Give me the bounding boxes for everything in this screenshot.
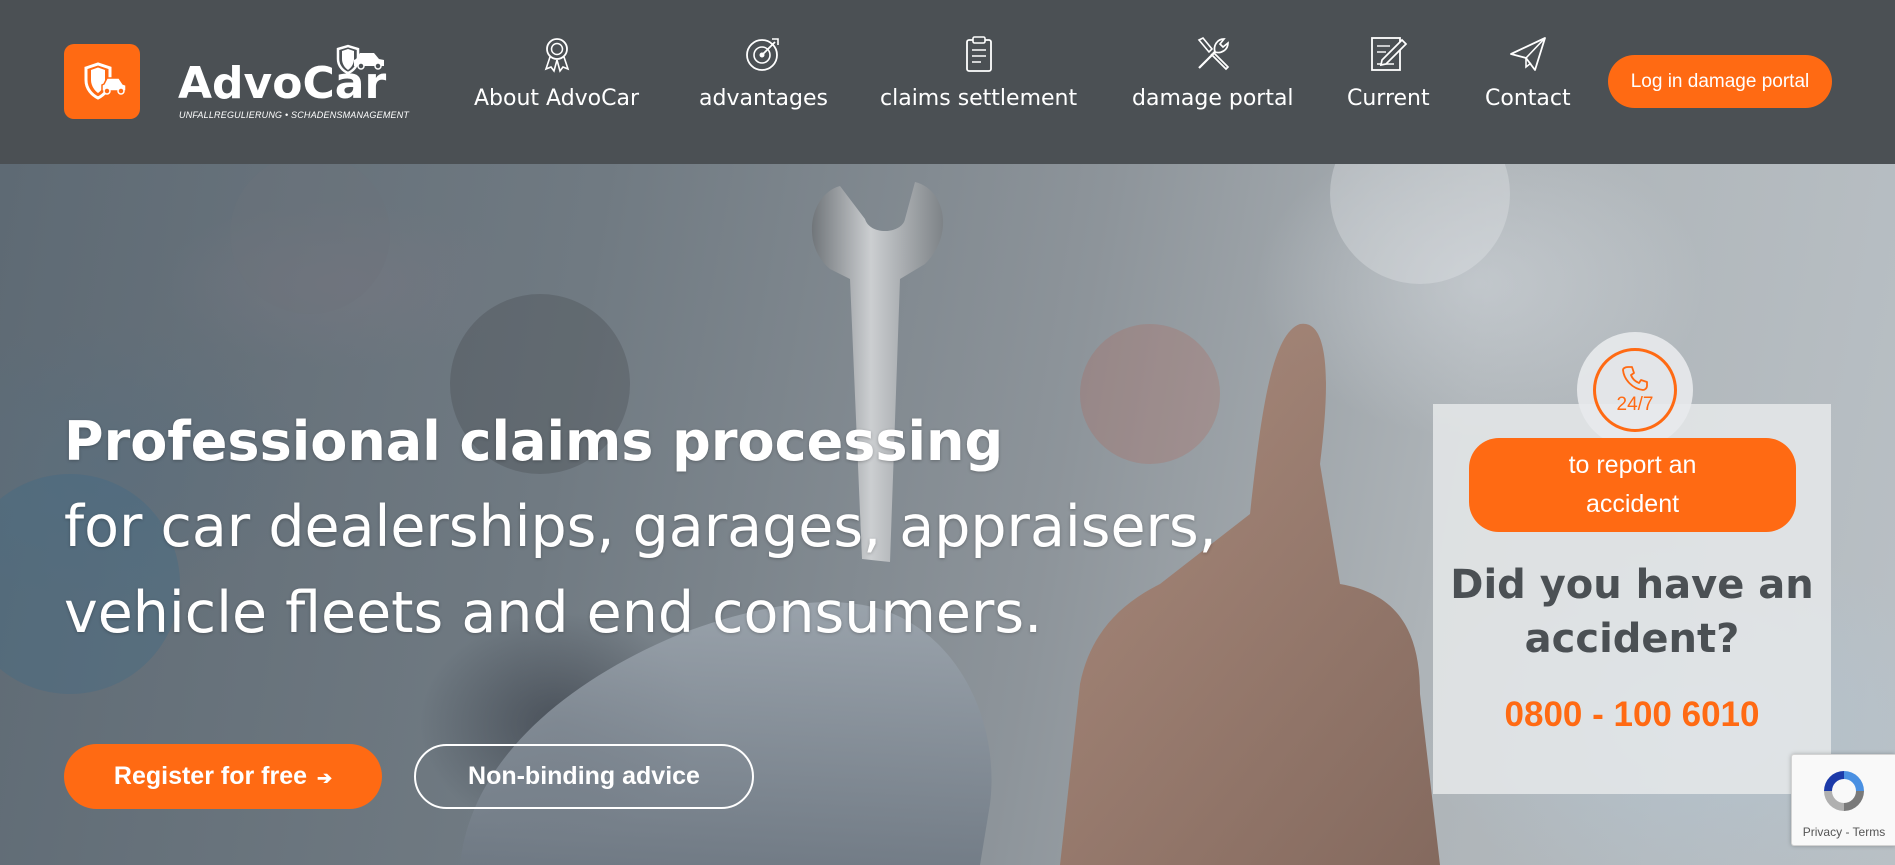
report-accident-button[interactable]: to report an accident	[1469, 438, 1796, 532]
accident-question: Did you have an accident?	[1450, 562, 1814, 662]
nav-item-advantages[interactable]: advantages	[699, 34, 828, 124]
nav-label-current: Current	[1347, 86, 1430, 111]
nav-item-current[interactable]: Current	[1347, 34, 1430, 124]
hotline-phone-number[interactable]: 0800 - 100 6010	[1433, 695, 1831, 735]
site-header: AdvoCar UNFALLREGULIERUNG • SCHADENSMANA…	[0, 0, 1895, 164]
nav-label-advantages: advantages	[699, 86, 828, 111]
brand-tagline: UNFALLREGULIERUNG • SCHADENSMANAGEMENT	[179, 110, 410, 120]
clipboard-icon	[965, 36, 992, 72]
edit-document-icon	[1371, 37, 1408, 71]
hero-title: Professional claims processing	[64, 410, 1004, 473]
paper-plane-icon	[1509, 37, 1546, 71]
nav-label-damage-portal: damage portal	[1132, 86, 1294, 111]
hotline-badge: 24/7	[1593, 348, 1677, 432]
car-shield-icon	[84, 61, 127, 100]
target-icon	[746, 38, 780, 71]
nav-item-about[interactable]: About AdvoCar	[474, 34, 639, 124]
recaptcha-links[interactable]: Privacy - Terms	[1792, 825, 1895, 839]
login-damage-portal-button[interactable]: Log in damage portal	[1608, 55, 1832, 108]
award-ribbon-icon	[544, 38, 569, 73]
hotline-badge-text: 24/7	[1616, 394, 1654, 415]
hero-subtitle: for car dealerships, garages, appraisers…	[64, 494, 1217, 646]
nav-item-contact[interactable]: Contact	[1485, 34, 1571, 124]
recaptcha-badge[interactable]: Privacy - Terms	[1791, 754, 1895, 846]
nav-item-damage-portal[interactable]: damage portal	[1132, 34, 1294, 124]
tools-icon	[1197, 36, 1229, 71]
brand-shield-car-icon	[336, 44, 384, 75]
register-button[interactable]: Register for free ➔	[64, 744, 382, 809]
nav-label-contact: Contact	[1485, 86, 1571, 111]
register-label: Register for free	[113, 762, 308, 790]
recaptcha-icon	[1824, 771, 1864, 811]
logo-icon[interactable]	[64, 44, 140, 119]
arrow-right-icon: ➔	[317, 768, 333, 788]
nav-item-claims-settlement[interactable]: claims settlement	[880, 34, 1077, 124]
advice-button[interactable]: Non-binding advice	[414, 744, 754, 809]
nav-label-claims-settlement: claims settlement	[880, 86, 1078, 111]
hero-section: Professional claims processing for car d…	[0, 164, 1895, 865]
nav-label-about: About AdvoCar	[474, 86, 640, 111]
phone-icon	[1622, 366, 1648, 391]
